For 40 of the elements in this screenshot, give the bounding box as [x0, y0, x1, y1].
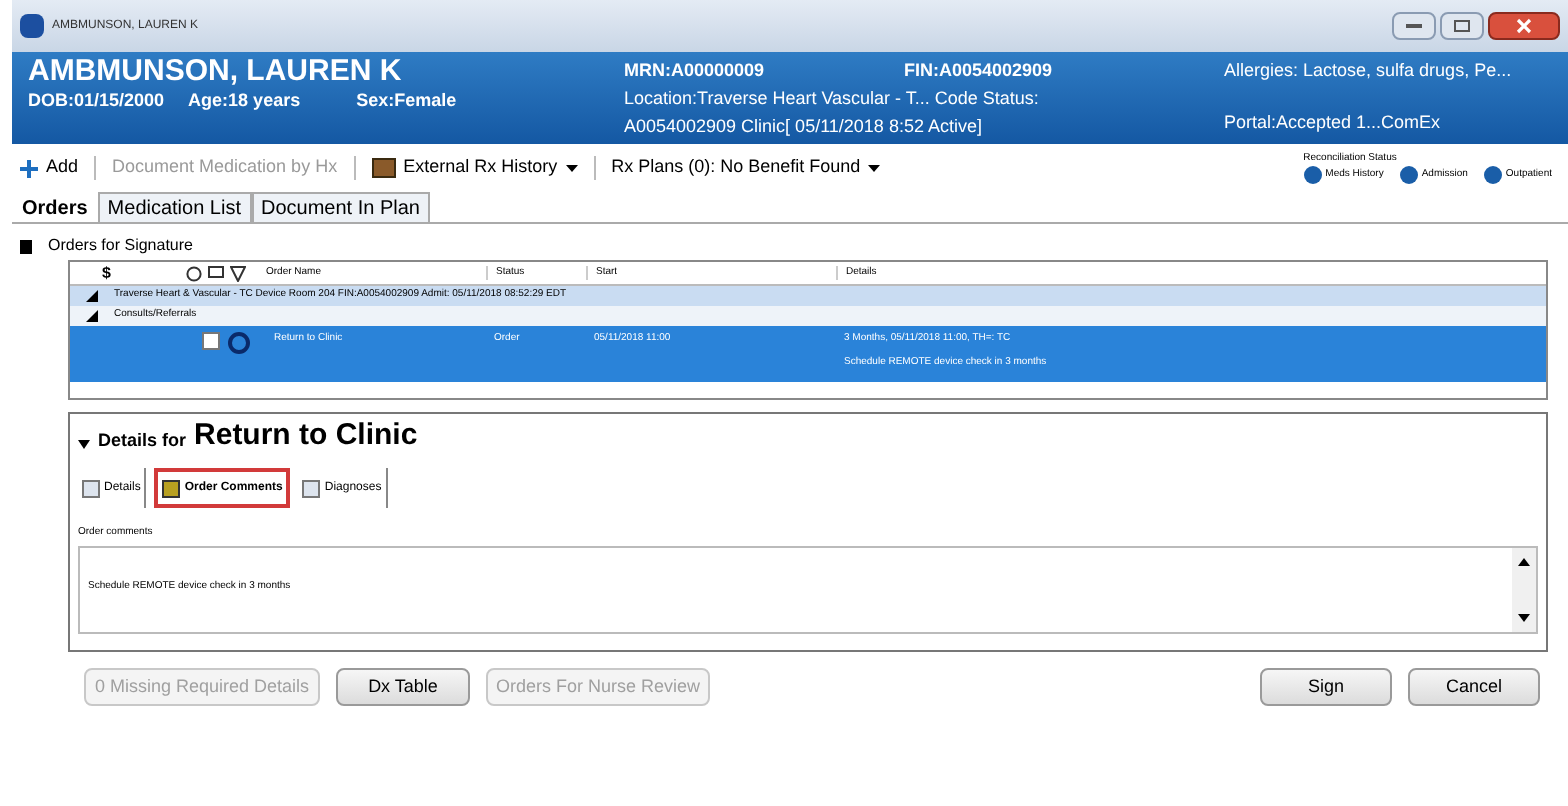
circle-icon: [186, 265, 202, 281]
location-text: Location:Traverse Heart Vascular - T... Code Status:: [624, 86, 1041, 112]
order-type-icon: [228, 332, 250, 354]
external-rx-button[interactable]: External Rx History: [371, 154, 578, 182]
patient-name: AMBMUNSON, LAUREN K: [28, 56, 404, 88]
maximize-button[interactable]: [1440, 12, 1484, 40]
details-title: Return to Clinic: [194, 415, 418, 455]
tab-icon: [162, 479, 181, 497]
details-prefix: Details for: [98, 427, 187, 453]
scroll-up-icon: [1518, 555, 1530, 567]
tab-icon: [82, 479, 100, 497]
close-button[interactable]: [1488, 12, 1560, 40]
dob-text: DOB:01/15/2000: [28, 88, 165, 114]
row-checkbox[interactable]: [202, 332, 220, 350]
tab-icon: [302, 479, 321, 497]
encounter-text: A0054002909 Clinic[ 05/11/2018 8:52 Active]: [624, 114, 984, 140]
close-icon: [1516, 18, 1532, 34]
tab[interactable]: Medication List: [97, 192, 251, 222]
rx-plans-button[interactable]: Rx Plans (0): No Benefit Found: [611, 154, 881, 182]
section-title: Orders for Signature: [48, 234, 193, 258]
sex-text: Sex:Female: [356, 88, 457, 114]
dropdown-arrow-icon: [868, 162, 881, 174]
mrn-text: MRN:A00000009: [624, 58, 767, 84]
action-button[interactable]: Cancel: [1408, 668, 1540, 706]
minimize-button[interactable]: [1392, 12, 1436, 40]
add-button[interactable]: Add: [20, 154, 79, 182]
plus-icon: [20, 159, 38, 177]
column-header: $: [102, 261, 113, 285]
portal-text: Portal:Accepted 1...ComEx: [1224, 110, 1443, 136]
scroll-down-icon: [1518, 611, 1530, 623]
age-text: Age:18 years: [188, 88, 301, 114]
filter-icon: [230, 265, 246, 281]
dropdown-arrow-icon: [565, 162, 578, 174]
fin-text: FIN:A0054002909: [904, 58, 1053, 84]
app-icon: [20, 14, 44, 38]
action-button[interactable]: Sign: [1260, 668, 1392, 706]
scrollbar[interactable]: [1512, 547, 1536, 631]
action-button[interactable]: Dx Table: [336, 668, 470, 706]
allergies-text: Allergies: Lactose, sulfa drugs, Pe...: [1224, 58, 1512, 84]
tab[interactable]: Document In Plan: [251, 192, 430, 222]
